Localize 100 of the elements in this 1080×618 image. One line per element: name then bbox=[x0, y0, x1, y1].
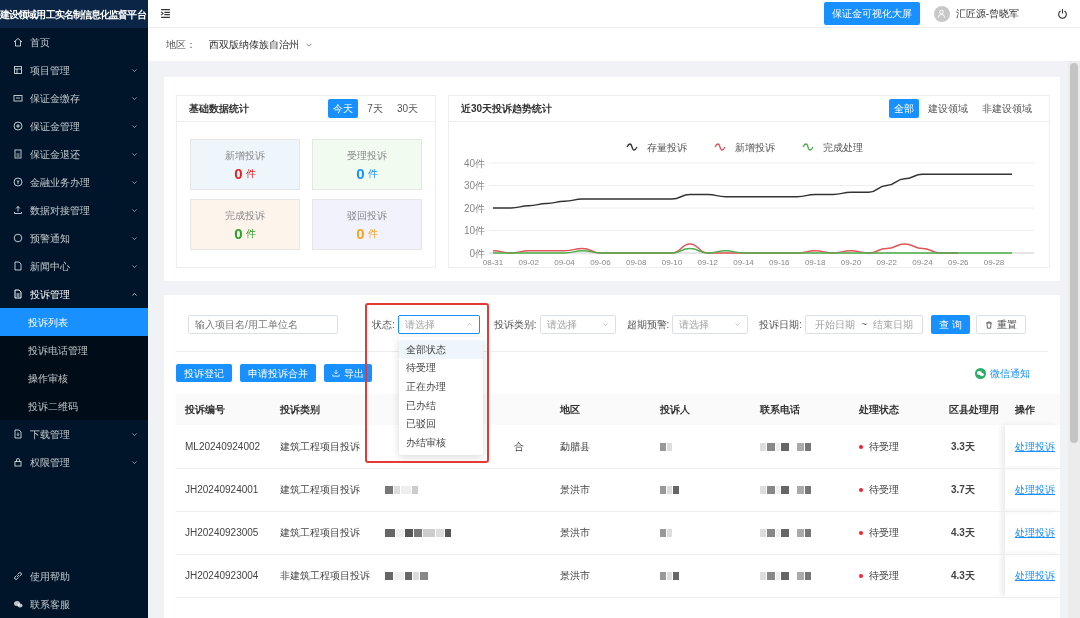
legend-label: 存量投诉 bbox=[647, 141, 687, 153]
axis-label: 09-20 bbox=[840, 258, 862, 267]
axis-label: 20件 bbox=[463, 202, 485, 214]
scope-tab[interactable]: 非建设领域 bbox=[977, 99, 1037, 118]
column-header: 联系电话 bbox=[751, 394, 850, 425]
dropdown-option[interactable]: 待受理 bbox=[399, 358, 483, 378]
menu-icon[interactable] bbox=[160, 8, 171, 19]
menu-item[interactable]: 保证金管理 bbox=[0, 112, 148, 140]
period-tab[interactable]: 7天 bbox=[362, 99, 388, 118]
stat-unit: 件 bbox=[245, 227, 256, 241]
link-icon bbox=[13, 571, 23, 581]
stat-label: 驳回投诉 bbox=[347, 209, 387, 223]
download-icon bbox=[13, 429, 23, 439]
axis-label: 09-10 bbox=[661, 258, 683, 267]
axis-label: 09-08 bbox=[625, 258, 647, 267]
column-header: 投诉类别 bbox=[271, 394, 376, 425]
blurred-text-drawing bbox=[760, 527, 812, 538]
chevron-down-icon bbox=[734, 321, 742, 328]
menu-item[interactable]: 保证金缴存 bbox=[0, 84, 148, 112]
table-cell: 勐腊县 bbox=[551, 425, 651, 468]
axis-label: 08-31 bbox=[482, 258, 504, 267]
region-select[interactable]: 西双版纳傣族自治州 bbox=[209, 37, 313, 52]
period-tab[interactable]: 30天 bbox=[391, 99, 423, 118]
dropdown-option[interactable]: 已驳回 bbox=[399, 414, 483, 433]
axis-label: 09-12 bbox=[697, 258, 718, 267]
chat-icon bbox=[975, 367, 986, 379]
field-label: 投诉类别: bbox=[493, 318, 537, 332]
menu-item[interactable]: 使用帮助 bbox=[0, 562, 148, 590]
legend-line-icon bbox=[714, 143, 726, 151]
dropdown-option[interactable]: 全部状态 bbox=[399, 340, 483, 359]
column-header: 投诉人 bbox=[651, 394, 751, 425]
menu-item[interactable]: 权限管理 bbox=[0, 448, 148, 476]
axis-label: 09-16 bbox=[769, 258, 790, 267]
chevron-down-icon bbox=[601, 321, 609, 328]
menu-item[interactable]: 金融业务办理 bbox=[0, 168, 148, 196]
scrollbar[interactable] bbox=[1068, 61, 1080, 618]
download-icon bbox=[332, 369, 340, 377]
stat-label: 完成投诉 bbox=[225, 209, 265, 223]
axis-label: 09-26 bbox=[948, 258, 969, 267]
menu-item[interactable]: 保证金退还 bbox=[0, 140, 148, 168]
axis-label: 09-14 bbox=[733, 258, 754, 267]
table-cell: JH20240923004 bbox=[176, 554, 271, 597]
menu-item[interactable]: 项目管理 bbox=[0, 56, 148, 84]
table-cell: 景洪市 bbox=[551, 511, 651, 554]
scope-tab[interactable]: 建设领域 bbox=[923, 99, 973, 118]
stat-label: 受理投诉 bbox=[347, 149, 387, 163]
menu-item[interactable]: 首页 bbox=[0, 28, 148, 56]
receipt-icon bbox=[13, 149, 23, 159]
home-icon bbox=[13, 37, 23, 47]
reset-button[interactable]: 重置 bbox=[975, 315, 1026, 334]
table-cell: 景洪市 bbox=[551, 468, 651, 511]
table-cell: JH20240923005 bbox=[176, 511, 271, 554]
menu-item[interactable]: 联系客服 bbox=[0, 590, 148, 618]
power-icon[interactable] bbox=[1057, 8, 1068, 19]
legend-label: 新增投诉 bbox=[735, 141, 775, 153]
stat-unit: 件 bbox=[245, 167, 256, 181]
upload-icon bbox=[13, 205, 23, 215]
document-icon bbox=[13, 261, 23, 271]
stat-value: 0 bbox=[234, 166, 243, 181]
card-title: 基础数据统计 bbox=[189, 102, 249, 116]
blurred-text-drawing bbox=[760, 570, 812, 581]
axis-label: 09-18 bbox=[804, 258, 826, 267]
legend-line-icon bbox=[626, 143, 638, 151]
menu-item[interactable]: 下载管理 bbox=[0, 420, 148, 448]
document-icon bbox=[13, 289, 23, 299]
chat-icon bbox=[13, 599, 23, 609]
menu-item[interactable]: 预警通知 bbox=[0, 224, 148, 252]
submenu-item[interactable]: 投诉电话管理 bbox=[0, 336, 148, 364]
stat-unit: 件 bbox=[367, 167, 378, 181]
status-text: 待受理 bbox=[869, 440, 899, 452]
app-title: 建设领域用工实名制信息化监督平台 bbox=[0, 0, 148, 28]
menu-item[interactable]: 新闻中心 bbox=[0, 252, 148, 280]
stat-label: 新增投诉 bbox=[225, 149, 265, 163]
table-cell: 3.3天 bbox=[945, 425, 1005, 468]
dropdown-option[interactable]: 正在办理 bbox=[399, 377, 483, 396]
menu-item[interactable]: 投诉管理 bbox=[0, 280, 148, 308]
submenu-item[interactable]: 投诉二维码 bbox=[0, 392, 148, 420]
column-header: 投诉编号 bbox=[176, 394, 271, 425]
table-cell: 建筑工程项目投诉 bbox=[271, 468, 376, 511]
dropdown-option[interactable]: 办结审核 bbox=[399, 432, 483, 452]
axis-label: 40件 bbox=[463, 157, 485, 169]
user-name[interactable]: 汇匠源-曾晓军 bbox=[955, 6, 1019, 21]
stat-value: 0 bbox=[356, 226, 365, 241]
table-cell: 建筑工程项目投诉 bbox=[271, 511, 376, 554]
menu-item[interactable]: 数据对接管理 bbox=[0, 196, 148, 224]
column-header: 处理状态 bbox=[850, 394, 945, 425]
table-cell: 景洪市 bbox=[551, 554, 651, 597]
submenu-item[interactable]: 操作审核 bbox=[0, 364, 148, 392]
axis-label: 09-22 bbox=[876, 258, 897, 267]
search-field[interactable]: 输入项目名/用工单位名 bbox=[188, 315, 338, 334]
table-cell-text: 合 bbox=[514, 439, 524, 454]
blurred-text-drawing bbox=[760, 440, 812, 452]
status-text: 待受理 bbox=[869, 527, 899, 538]
column-header: 操作 bbox=[1005, 394, 1060, 425]
axis-label: 09-28 bbox=[983, 258, 1005, 267]
axis-label: 09-06 bbox=[590, 258, 611, 267]
date-range-field[interactable]: 开始日期 ~ 结束日期 bbox=[805, 315, 924, 334]
field-label: 投诉日期: bbox=[759, 318, 803, 332]
lock-icon bbox=[13, 457, 23, 467]
table-cell: 4.3天 bbox=[945, 511, 1005, 554]
